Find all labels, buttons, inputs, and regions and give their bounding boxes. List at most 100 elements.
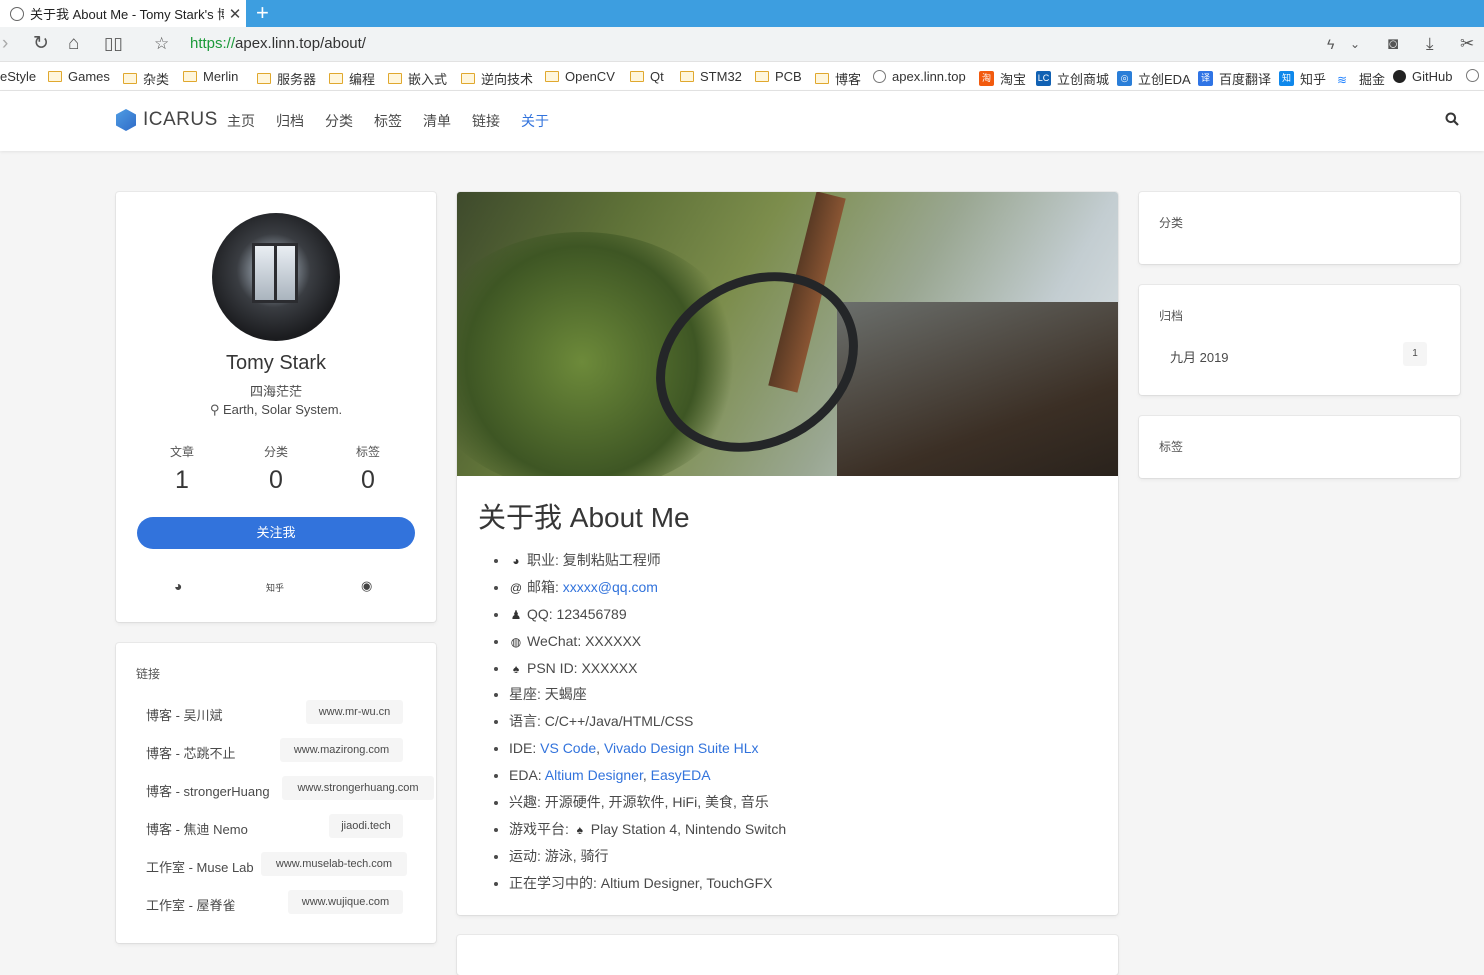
browser-tab[interactable]: 关于我 About Me - Tomy Stark's 博客 ✕	[0, 0, 246, 27]
search-icon[interactable]	[1445, 112, 1459, 126]
address-bar[interactable]: https://apex.linn.top/about/	[190, 35, 366, 52]
baidu-translate-icon: 译	[1198, 71, 1213, 86]
list-item: 游戏平台: ♠Play Station 4, Nintendo Switch	[509, 819, 786, 846]
follow-button[interactable]: 关注我	[137, 517, 415, 549]
link-url-tag[interactable]: www.muselab-tech.com	[261, 852, 407, 876]
link-url-tag[interactable]: www.mr-wu.cn	[306, 700, 403, 724]
bookmark-item[interactable]: LC 立创商城	[1036, 69, 1109, 88]
zhihu-link[interactable]: 知乎	[266, 581, 284, 594]
download-icon[interactable]: ⤓	[1426, 32, 1434, 56]
bookmark-item[interactable]: apex.linn.top	[873, 69, 966, 84]
link-item[interactable]: 工作室 - 屋脊雀	[146, 895, 236, 914]
bookmark-item[interactable]: 淘淘宝	[979, 69, 1026, 88]
bookmark-folder[interactable]: PCB	[755, 69, 802, 84]
bookmark-folder[interactable]: 服务器	[257, 69, 316, 88]
folder-icon	[680, 71, 694, 82]
folder-icon	[545, 71, 559, 82]
bookmark-item[interactable]: eStyle	[0, 69, 36, 84]
new-tab-button[interactable]: +	[256, 1, 269, 25]
link-url-tag[interactable]: www.wujique.com	[288, 890, 403, 914]
stat-tags[interactable]: 标签 0	[323, 443, 413, 495]
bookmark-folder[interactable]: STM32	[680, 69, 742, 84]
vivado-link[interactable]: Vivado Design Suite HLx	[604, 740, 759, 756]
bookmark-item[interactable]: 译百度翻译	[1198, 69, 1271, 88]
extension-icon[interactable]: ◙	[1388, 32, 1398, 56]
url-scheme: https://	[190, 35, 236, 52]
github-icon[interactable]: ◕	[174, 578, 182, 594]
bookmark-item[interactable]: ◎ 立创EDA	[1117, 69, 1191, 88]
reader-icon[interactable]: ▯▯	[104, 32, 123, 56]
bookmark-folder[interactable]: 博客	[815, 69, 861, 88]
github-icon	[1393, 70, 1406, 83]
list-item: @邮箱: xxxxx@qq.com	[509, 577, 786, 604]
avatar-window-image	[252, 243, 298, 303]
nav-list[interactable]: 清单	[423, 111, 451, 131]
bookmark-item[interactable]: 知知乎	[1279, 69, 1326, 88]
weibo-icon[interactable]: ◉	[361, 578, 372, 594]
scissors-icon[interactable]: ✂	[1460, 32, 1474, 56]
folder-icon	[257, 73, 271, 84]
email-link[interactable]: xxxxx@qq.com	[563, 579, 658, 595]
easyeda-link[interactable]: EasyEDA	[651, 767, 711, 783]
wechat-icon: ◍	[510, 634, 522, 649]
archives-card: 归档 九月 2019 1	[1139, 285, 1460, 395]
article-card: 关于我 About Me ◕职业: 复制粘贴工程师 @邮箱: xxxxx@qq.…	[457, 192, 1118, 915]
folder-icon	[630, 71, 644, 82]
list-item: ♠PSN ID: XXXXXX	[509, 658, 786, 685]
tags-title: 标签	[1159, 440, 1184, 454]
close-tab-icon[interactable]: ✕	[224, 5, 246, 23]
altium-link[interactable]: Altium Designer	[545, 767, 643, 783]
nav-about[interactable]: 关于	[521, 111, 549, 131]
home-icon[interactable]: ⌂	[68, 32, 79, 56]
bookmark-folder[interactable]: 杂类	[123, 69, 169, 88]
nav-links[interactable]: 链接	[472, 111, 500, 131]
flash-icon[interactable]: ϟ	[1327, 32, 1334, 56]
link-url-tag[interactable]: www.mazirong.com	[280, 738, 403, 762]
folder-icon	[123, 73, 137, 84]
links-title: 链接	[136, 667, 161, 681]
list-item: ◍WeChat: XXXXXX	[509, 631, 786, 658]
folder-icon	[815, 73, 829, 84]
logo-text: ICARUS	[143, 109, 218, 130]
folder-icon	[183, 71, 197, 82]
archive-item[interactable]: 九月 2019	[1170, 347, 1229, 366]
chevron-down-icon[interactable]: ⌄	[1350, 32, 1360, 56]
bookmark-folder[interactable]: Qt	[630, 69, 664, 84]
list-item: 星座: 天蝎座	[509, 684, 786, 711]
site-logo[interactable]: ICARUS	[116, 109, 218, 131]
link-item[interactable]: 工作室 - Muse Lab	[146, 857, 254, 876]
bookmark-item[interactable]: GitHub	[1393, 69, 1452, 84]
list-item: 兴趣: 开源硬件, 开源软件, HiFi, 美食, 音乐	[509, 792, 786, 819]
stat-posts[interactable]: 文章 1	[137, 443, 227, 495]
bookmark-folder[interactable]: 编程	[329, 69, 375, 88]
nav-home[interactable]: 主页	[227, 111, 255, 131]
reload-icon[interactable]: ↻	[33, 32, 49, 56]
link-item[interactable]: 博客 - strongerHuang	[146, 781, 270, 800]
link-url-tag[interactable]: www.strongerhuang.com	[282, 776, 434, 800]
profile-name: Tomy Stark	[225, 352, 327, 374]
zhihu-icon: 知	[1279, 71, 1294, 86]
nav-tags[interactable]: 标签	[374, 111, 402, 131]
bookmark-item[interactable]: ≋ 掘金	[1337, 69, 1385, 88]
dashboard-shape	[837, 302, 1118, 476]
forward-icon[interactable]: ›	[2, 32, 8, 56]
bookmark-item[interactable]	[1466, 69, 1484, 82]
profile-card: Tomy Stark 四海茫茫 ⚲ Earth, Solar System. 文…	[116, 192, 436, 622]
avatar	[212, 213, 340, 341]
link-item[interactable]: 博客 - 吴川斌	[146, 705, 223, 724]
bookmark-folder[interactable]: 逆向技术	[461, 69, 533, 88]
link-url-tag[interactable]: jiaodi.tech	[329, 814, 403, 838]
stat-categories[interactable]: 分类 0	[231, 443, 321, 495]
vscode-link[interactable]: VS Code	[540, 740, 596, 756]
folder-icon	[755, 71, 769, 82]
bookmark-star-icon[interactable]: ☆	[154, 32, 169, 56]
bookmark-folder[interactable]: OpenCV	[545, 69, 615, 84]
bookmark-folder[interactable]: Merlin	[183, 69, 238, 84]
link-item[interactable]: 博客 - 焦迪 Nemo	[146, 819, 248, 838]
link-item[interactable]: 博客 - 芯跳不止	[146, 743, 236, 762]
nav-archives[interactable]: 归档	[276, 111, 304, 131]
bookmark-folder[interactable]: Games	[48, 69, 110, 84]
next-card	[457, 935, 1118, 975]
nav-categories[interactable]: 分类	[325, 111, 353, 131]
bookmark-folder[interactable]: 嵌入式	[388, 69, 447, 88]
